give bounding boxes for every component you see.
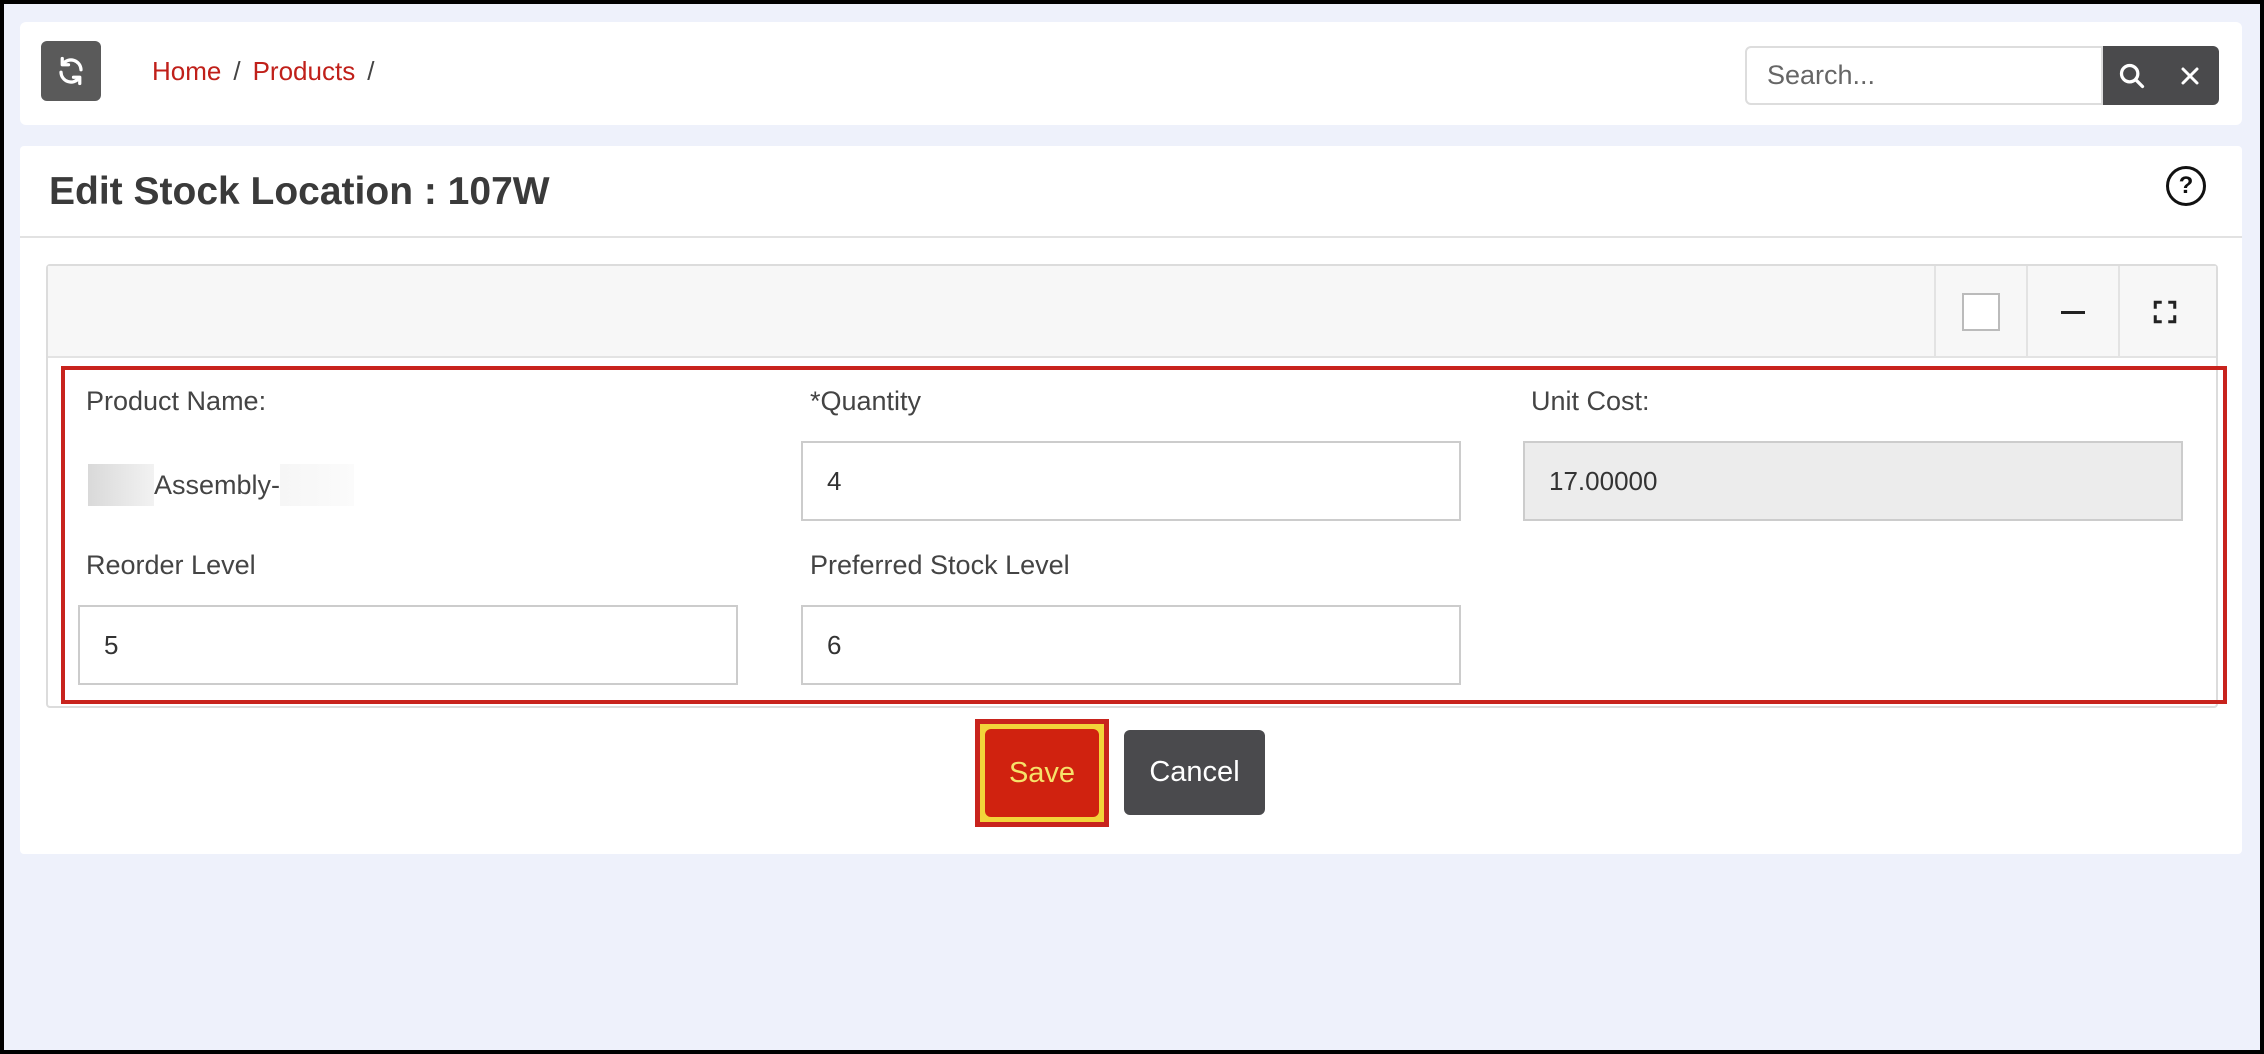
- product-name-text: Assembly-: [154, 469, 281, 500]
- unit-cost-label: Unit Cost:: [1531, 386, 1650, 416]
- search-input[interactable]: [1745, 46, 2103, 105]
- minus-icon: [2061, 310, 2085, 314]
- clear-search-button[interactable]: [2161, 46, 2219, 105]
- page-frame: Home / Products / Edit Stock Location : …: [4, 4, 2260, 1050]
- reorder-level-input[interactable]: [78, 605, 738, 685]
- redacted-block: [280, 464, 355, 506]
- title-divider: [20, 236, 2242, 238]
- product-name-label: Product Name:: [86, 386, 267, 416]
- panel-fullscreen-button[interactable]: [2118, 266, 2210, 358]
- unit-cost-input: [1523, 441, 2183, 521]
- breadcrumb: Home / Products /: [152, 56, 386, 87]
- panel-select-toggle[interactable]: [1934, 266, 2026, 358]
- quantity-label: *Quantity: [810, 386, 922, 416]
- panel-minimize-button[interactable]: [2026, 266, 2118, 358]
- close-icon: [2181, 67, 2199, 84]
- reorder-level-label: Reorder Level: [86, 550, 256, 580]
- refresh-icon: [59, 56, 83, 86]
- help-icon[interactable]: ?: [2166, 166, 2206, 206]
- preferred-stock-level-label: Preferred Stock Level: [810, 550, 1070, 580]
- redacted-block: [88, 464, 154, 506]
- panel-header: [48, 266, 2216, 358]
- save-button[interactable]: Save: [985, 729, 1099, 817]
- product-name-value: Assembly-: [88, 464, 355, 506]
- search-button[interactable]: [2103, 46, 2161, 105]
- expand-icon: [2153, 300, 2177, 324]
- search-icon: [2119, 63, 2145, 88]
- cancel-button[interactable]: Cancel: [1124, 730, 1265, 815]
- panel-checkbox[interactable]: [1962, 293, 2000, 331]
- page-title: Edit Stock Location : 107W: [49, 170, 550, 213]
- preferred-stock-level-input[interactable]: [801, 605, 1461, 685]
- save-button-focus-ring: Save: [980, 724, 1104, 822]
- refresh-button[interactable]: [41, 41, 101, 101]
- breadcrumb-separator: /: [367, 56, 375, 86]
- breadcrumb-home-link[interactable]: Home: [152, 56, 221, 87]
- breadcrumb-products-link[interactable]: Products: [253, 56, 356, 87]
- save-button-highlight: Save: [975, 719, 1109, 827]
- quantity-input[interactable]: [801, 441, 1461, 521]
- breadcrumb-separator: /: [233, 56, 241, 86]
- top-bar: Home / Products /: [20, 22, 2242, 125]
